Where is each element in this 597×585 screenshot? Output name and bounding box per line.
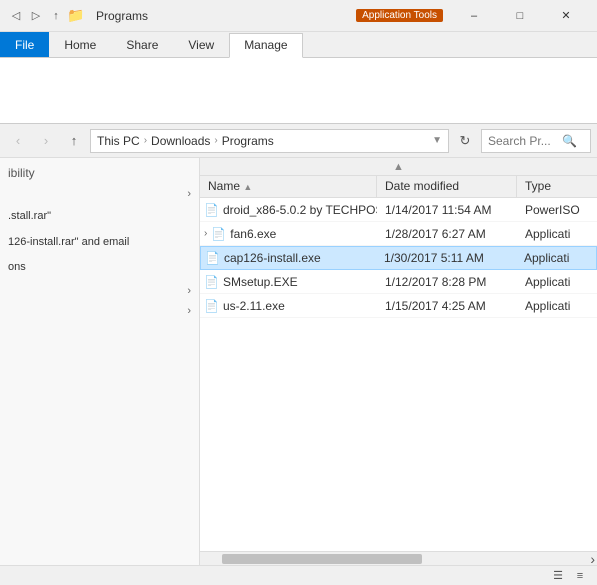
file-cell-type-0: PowerISO: [517, 201, 597, 219]
status-view-controls: ☰ ≡: [549, 568, 589, 584]
panel-text-2: 126-install.rar" and email: [8, 236, 129, 248]
folder-icon: 📁: [68, 8, 84, 24]
sort-indicator-row: ▲: [200, 158, 597, 176]
path-chevron-1: ›: [144, 135, 147, 146]
panel-item-2[interactable]: ›: [0, 281, 199, 301]
file-icon-0: 📄: [204, 203, 219, 217]
file-row-selected[interactable]: 📄 cap126-install.exe 1/30/2017 5:11 AM A…: [200, 246, 597, 270]
ribbon-toolbar: [0, 58, 597, 124]
panel-text-install-email: 126-install.rar" and email: [0, 230, 199, 256]
minimize-button[interactable]: ‒: [451, 0, 497, 32]
title-bar-quick-access: ◁ ▷ ↑ 📁: [8, 8, 88, 24]
window-title: Programs: [96, 9, 356, 23]
window-controls: ‒ □ ✕: [451, 0, 589, 32]
scroll-right-icon[interactable]: ›: [590, 551, 595, 566]
file-list: ▲ Name ▲ Date modified Type 📄 droid_x86-…: [200, 158, 597, 565]
chevron-right-icon-1: ›: [204, 228, 207, 239]
sort-up-icon: ▲: [393, 161, 404, 173]
file-cell-type-4: Applicati: [517, 297, 597, 315]
search-box[interactable]: 🔍: [481, 129, 591, 153]
file-cell-name-1: › 📄 fan6.exe: [200, 225, 377, 243]
status-bar: ☰ ≡: [0, 565, 597, 585]
file-icon-3: 📄: [204, 275, 219, 289]
panel-text-ons: ons: [0, 255, 199, 281]
back-quick-icon: ◁: [8, 8, 24, 24]
panel-visibility: ibility: [0, 162, 199, 184]
list-view-button[interactable]: ☰: [549, 568, 567, 584]
path-dropdown-icon[interactable]: ▼: [432, 135, 442, 146]
file-cell-type-1: Applicati: [517, 225, 597, 243]
panel-visibility-label: ibility: [8, 166, 35, 180]
file-icon-1: 📄: [211, 227, 226, 241]
panel-arrow-3: ›: [187, 305, 191, 317]
file-cell-date-2: 1/30/2017 5:11 AM: [376, 249, 516, 267]
path-downloads: Downloads: [151, 134, 210, 148]
panel-arrow-1: ›: [187, 188, 191, 200]
title-bar: ◁ ▷ ↑ 📁 Programs Application Tools ‒ □ ✕: [0, 0, 597, 32]
address-path[interactable]: This PC › Downloads › Programs ▼: [90, 129, 449, 153]
close-button[interactable]: ✕: [543, 0, 589, 32]
panel-text-1: .stall.rar": [8, 210, 51, 222]
panel-arrow-2: ›: [187, 285, 191, 297]
file-cell-date-3: 1/12/2017 8:28 PM: [377, 273, 517, 291]
file-row[interactable]: 📄 SMsetup.EXE 1/12/2017 8:28 PM Applicat…: [200, 270, 597, 294]
panel-text-install: .stall.rar": [0, 204, 199, 230]
forward-quick-icon: ▷: [28, 8, 44, 24]
file-cell-type-3: Applicati: [517, 273, 597, 291]
up-quick-icon: ↑: [48, 8, 64, 24]
tab-file[interactable]: File: [0, 32, 49, 57]
file-icon-2: 📄: [205, 251, 220, 265]
ribbon-context-badge: Application Tools: [356, 9, 443, 22]
refresh-button[interactable]: ↻: [453, 129, 477, 153]
details-view-button[interactable]: ≡: [571, 568, 589, 584]
panel-item-1[interactable]: ›: [0, 184, 199, 204]
back-button[interactable]: ‹: [6, 129, 30, 153]
up-button[interactable]: ↑: [62, 129, 86, 153]
scroll-thumb[interactable]: [222, 554, 422, 564]
tab-home[interactable]: Home: [49, 32, 111, 57]
path-thispc: This PC: [97, 134, 140, 148]
file-row[interactable]: 📄 droid_x86-5.0.2 by TECHPOSTS.ORG.iso 1…: [200, 198, 597, 222]
address-bar: ‹ › ↑ This PC › Downloads › Programs ▼ ↻…: [0, 124, 597, 158]
file-cell-type-2: Applicati: [516, 249, 596, 267]
col-header-date[interactable]: Date modified: [377, 176, 517, 197]
main-container: ibility › .stall.rar" 126-install.rar" a…: [0, 158, 597, 565]
file-cell-date-4: 1/15/2017 4:25 AM: [377, 297, 517, 315]
file-list-header: Name ▲ Date modified Type: [200, 176, 597, 198]
maximize-button[interactable]: □: [497, 0, 543, 32]
horizontal-scrollbar[interactable]: ›: [200, 551, 597, 565]
sort-icon: ▲: [243, 182, 252, 192]
file-cell-name-3: 📄 SMsetup.EXE: [200, 273, 377, 291]
file-cell-date-0: 1/14/2017 11:54 AM: [377, 201, 517, 219]
file-icon-4: 📄: [204, 299, 219, 313]
file-cell-date-1: 1/28/2017 6:27 AM: [377, 225, 517, 243]
file-row[interactable]: › 📄 fan6.exe 1/28/2017 6:27 AM Applicati: [200, 222, 597, 246]
tab-share[interactable]: Share: [111, 32, 173, 57]
search-icon: 🔍: [562, 134, 577, 148]
panel-item-3[interactable]: ›: [0, 301, 199, 321]
col-header-type[interactable]: Type: [517, 176, 597, 197]
search-input[interactable]: [488, 134, 558, 148]
tab-manage[interactable]: Manage: [229, 33, 302, 58]
path-chevron-2: ›: [214, 135, 217, 146]
file-cell-name-2: 📄 cap126-install.exe: [201, 249, 376, 267]
tab-view[interactable]: View: [173, 32, 229, 57]
col-header-name[interactable]: Name ▲: [200, 176, 377, 197]
left-panel: ibility › .stall.rar" 126-install.rar" a…: [0, 158, 200, 565]
file-cell-name-4: 📄 us-2.11.exe: [200, 297, 377, 315]
panel-text-3: ons: [8, 261, 26, 273]
path-programs: Programs: [222, 134, 274, 148]
file-row[interactable]: 📄 us-2.11.exe 1/15/2017 4:25 AM Applicat…: [200, 294, 597, 318]
file-cell-name-0: 📄 droid_x86-5.0.2 by TECHPOSTS.ORG.iso: [200, 201, 377, 219]
ribbon-tabs: File Home Share View Manage: [0, 32, 597, 58]
file-rows: 📄 droid_x86-5.0.2 by TECHPOSTS.ORG.iso 1…: [200, 198, 597, 551]
forward-button[interactable]: ›: [34, 129, 58, 153]
